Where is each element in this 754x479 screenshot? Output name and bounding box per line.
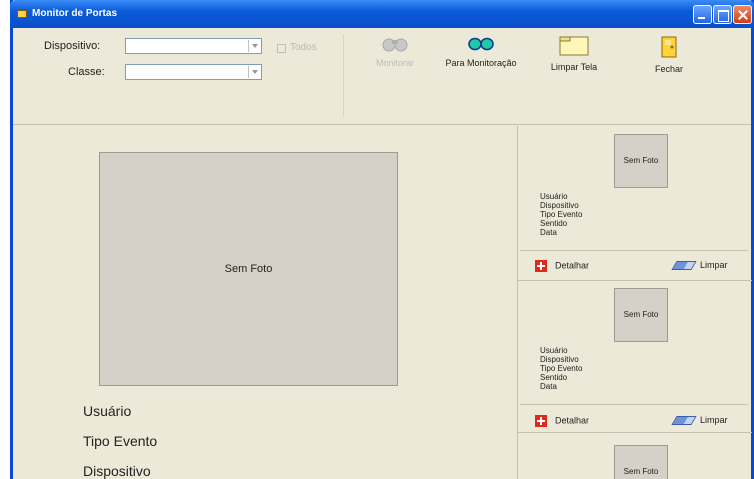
event-thumbnail: Sem Foto xyxy=(614,288,668,342)
device-select[interactable] xyxy=(125,38,262,54)
class-label: Classe: xyxy=(68,66,105,78)
close-button[interactable]: Fechar xyxy=(647,36,691,74)
class-select[interactable] xyxy=(125,64,262,80)
clear-screen-button[interactable]: Limpar Tela xyxy=(544,36,604,72)
event-card: Sem Foto Usuário Dispositivo Tipo Evento… xyxy=(520,282,748,432)
clear-event-button[interactable]: Limpar xyxy=(671,415,728,426)
event-date: Data xyxy=(540,228,557,237)
minimize-button[interactable] xyxy=(693,5,712,24)
eraser-icon xyxy=(671,261,697,271)
event-info: Usuário Dispositivo Tipo Evento Sentido … xyxy=(540,192,582,237)
toolbar-divider xyxy=(343,34,344,116)
plus-icon xyxy=(535,415,547,427)
all-checkbox-label: Todos xyxy=(290,42,317,53)
stop-monitoring-button[interactable]: Para Monitoração xyxy=(439,36,523,68)
all-checkbox[interactable] xyxy=(277,44,286,53)
event-device: Dispositivo xyxy=(540,201,579,210)
event-date: Data xyxy=(540,382,557,391)
glasses-icon xyxy=(468,37,494,51)
close-window-button[interactable] xyxy=(733,5,752,24)
event-info: Usuário Dispositivo Tipo Evento Sentido … xyxy=(540,346,582,391)
event-type: Tipo Evento xyxy=(540,364,583,373)
stop-monitoring-label: Para Monitoração xyxy=(445,58,517,68)
monitor-window: Monitor de Portas Dispositivo: Todos Cla… xyxy=(10,0,754,479)
title-bar[interactable]: Monitor de Portas xyxy=(10,0,754,28)
folder-icon xyxy=(559,36,589,56)
detail-button[interactable]: Detalhar xyxy=(535,415,589,427)
event-direction: Sentido xyxy=(540,219,568,228)
event-direction: Sentido xyxy=(540,373,568,382)
card-divider xyxy=(518,280,752,281)
close-button-label: Fechar xyxy=(654,64,683,74)
main-photo: Sem Foto xyxy=(99,152,398,386)
event-thumbnail: Sem Foto xyxy=(614,134,668,188)
detail-button[interactable]: Detalhar xyxy=(535,260,589,272)
chevron-down-icon[interactable] xyxy=(248,40,260,52)
event-type-label: Tipo Evento xyxy=(83,433,158,449)
events-panel: Sem Foto Usuário Dispositivo Tipo Evento… xyxy=(517,126,752,479)
card-divider xyxy=(520,404,748,405)
user-label: Usuário xyxy=(83,403,132,419)
event-user: Usuário xyxy=(540,346,568,355)
event-type: Tipo Evento xyxy=(540,210,583,219)
clear-screen-label: Limpar Tela xyxy=(550,62,598,72)
main-area: Sem Foto Usuário Tipo Evento Dispositivo… xyxy=(13,126,752,479)
binoculars-icon xyxy=(382,38,408,52)
app-icon xyxy=(17,10,27,18)
card-divider xyxy=(520,250,748,251)
event-user: Usuário xyxy=(540,192,568,201)
chevron-down-icon[interactable] xyxy=(248,66,260,78)
event-device: Dispositivo xyxy=(540,355,579,364)
event-card: Sem Foto Usuário Dispositivo Tipo Evento… xyxy=(520,126,748,280)
window-title: Monitor de Portas xyxy=(32,8,118,19)
eraser-icon xyxy=(671,416,697,426)
maximize-button[interactable] xyxy=(713,5,732,24)
device-label-main: Dispositivo xyxy=(83,463,151,479)
device-label: Dispositivo: xyxy=(44,40,101,52)
monitor-button[interactable]: Monitorar xyxy=(365,36,425,68)
card-divider xyxy=(518,432,752,433)
event-card: Sem Foto xyxy=(526,434,744,479)
monitor-button-label: Monitorar xyxy=(375,58,414,68)
no-photo-text: Sem Foto xyxy=(224,263,273,275)
clear-event-button[interactable]: Limpar xyxy=(671,260,728,271)
door-exit-icon xyxy=(661,36,677,58)
filter-panel: Dispositivo: Todos Classe: Monitorar Par… xyxy=(13,28,751,125)
event-thumbnail: Sem Foto xyxy=(614,445,668,479)
plus-icon xyxy=(535,260,547,272)
